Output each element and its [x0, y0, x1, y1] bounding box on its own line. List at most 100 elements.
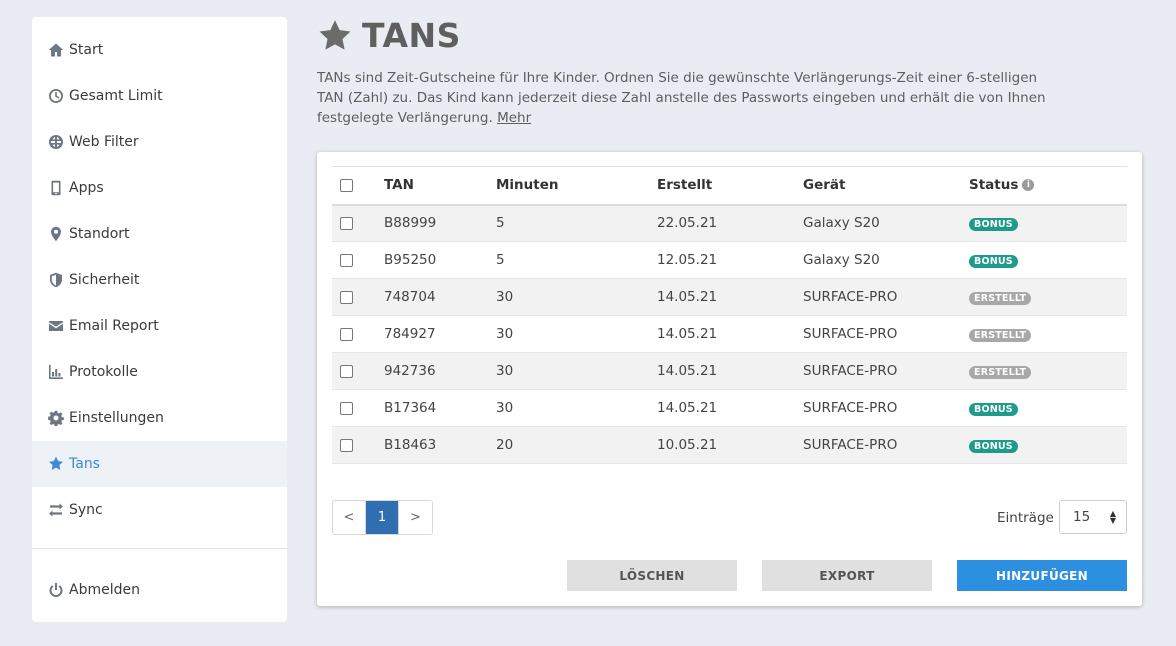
cell-erstellt: 10.05.21 [657, 437, 718, 453]
phone-icon [47, 179, 65, 197]
cell-tan: 784927 [384, 326, 436, 342]
cell-tan: B17364 [384, 400, 437, 416]
prev-page-button[interactable]: < [333, 501, 366, 534]
row-checkbox[interactable] [340, 290, 353, 304]
home-icon [47, 41, 65, 59]
row-checkbox[interactable] [340, 438, 353, 452]
row-checkbox[interactable] [340, 364, 353, 378]
cell-tan: 942736 [384, 363, 436, 379]
sidebar-item-apps[interactable]: Apps [32, 165, 287, 211]
page-1-button[interactable]: 1 [366, 501, 399, 534]
select-arrows-icon: ▲ ▼ [1109, 509, 1116, 525]
column-header-status[interactable]: Status [969, 177, 1018, 193]
sidebar-item-abmelden[interactable]: Abmelden [32, 567, 287, 613]
sidebar-item-label: Einstellungen [69, 410, 164, 426]
row-checkbox[interactable] [340, 216, 353, 230]
table-row[interactable]: 784927 30 14.05.21 SURFACE-PRO ERSTELLT [332, 316, 1127, 353]
entries-label: Einträge [997, 510, 1054, 526]
more-link[interactable]: Mehr [497, 110, 531, 126]
sidebar-item-label: Sicherheit [69, 272, 140, 288]
cell-tan: B95250 [384, 252, 437, 268]
table-row[interactable]: 942736 30 14.05.21 SURFACE-PRO ERSTELLT [332, 352, 1127, 390]
sidebar-item-label: Web Filter [69, 134, 139, 150]
sidebar-item-label: Tans [69, 456, 100, 472]
table-header-row: TAN Minuten Erstellt Gerät Status i [332, 166, 1127, 205]
column-header-erstellt[interactable]: Erstellt [657, 167, 803, 205]
cell-minuten: 30 [496, 363, 514, 379]
sidebar-item-label: Start [69, 42, 104, 58]
column-header-tan[interactable]: TAN [384, 167, 496, 205]
next-page-button[interactable]: > [399, 501, 432, 534]
sidebar-item-gesamt-limit[interactable]: Gesamt Limit [32, 73, 287, 119]
cell-geraet: Galaxy S20 [803, 215, 880, 232]
tans-card: TAN Minuten Erstellt Gerät Status i B8899… [317, 152, 1142, 606]
table-row[interactable]: B95250 5 12.05.21 Galaxy S20 BONUS [332, 242, 1127, 279]
shield-icon [47, 271, 65, 289]
select-all-checkbox[interactable] [340, 178, 353, 192]
table-row[interactable]: B18463 20 10.05.21 SURFACE-PRO BONUS [332, 426, 1127, 464]
table-row[interactable]: B17364 30 14.05.21 SURFACE-PRO BONUS [332, 390, 1127, 427]
cell-minuten: 5 [496, 252, 505, 268]
delete-button[interactable]: LÖSCHEN [567, 560, 737, 591]
entries-select[interactable]: 15 ▲ ▼ [1059, 500, 1127, 534]
clock-icon [47, 87, 65, 105]
table-row[interactable]: B88999 5 22.05.21 Galaxy S20 BONUS [332, 204, 1127, 242]
sidebar-item-sicherheit[interactable]: Sicherheit [32, 257, 287, 303]
cell-minuten: 30 [496, 289, 514, 305]
sidebar-item-label: Abmelden [69, 582, 140, 598]
entries-value: 15 [1073, 509, 1091, 525]
status-badge: BONUS [969, 255, 1018, 268]
status-badge: ERSTELLT [969, 366, 1032, 379]
sidebar-item-protokolle[interactable]: Protokolle [32, 349, 287, 395]
sidebar-item-label: Gesamt Limit [69, 88, 163, 104]
info-icon[interactable]: i [1022, 179, 1035, 192]
sidebar-item-sync[interactable]: Sync [32, 487, 287, 533]
row-checkbox[interactable] [340, 253, 353, 267]
cell-erstellt: 14.05.21 [657, 326, 718, 342]
cell-minuten: 30 [496, 326, 514, 342]
sidebar-item-label: Email Report [69, 318, 159, 334]
sidebar: Start Gesamt Limit Web Filter Apps Standort S… [32, 17, 287, 622]
status-badge: ERSTELLT [969, 292, 1032, 305]
sidebar-item-einstellungen[interactable]: Einstellungen [32, 395, 287, 441]
table-row[interactable]: 748704 30 14.05.21 SURFACE-PRO ERSTELLT [332, 278, 1127, 316]
sidebar-divider [32, 548, 287, 549]
cell-minuten: 30 [496, 400, 514, 416]
cell-erstellt: 12.05.21 [657, 252, 718, 268]
bar-chart-icon [47, 363, 65, 381]
cell-erstellt: 22.05.21 [657, 215, 718, 232]
globe-icon [47, 133, 65, 151]
cell-erstellt: 14.05.21 [657, 363, 718, 379]
column-header-minuten[interactable]: Minuten [496, 167, 657, 205]
gear-icon [47, 409, 65, 427]
sidebar-item-web-filter[interactable]: Web Filter [32, 119, 287, 165]
column-header-geraet[interactable]: Gerät [803, 167, 969, 205]
cell-minuten: 5 [496, 215, 505, 232]
tans-table: TAN Minuten Erstellt Gerät Status i B8899… [332, 166, 1127, 464]
status-badge: BONUS [969, 403, 1018, 416]
row-checkbox[interactable] [340, 401, 353, 415]
cell-geraet: SURFACE-PRO [803, 400, 898, 416]
sidebar-item-email-report[interactable]: Email Report [32, 303, 287, 349]
sidebar-nav: Start Gesamt Limit Web Filter Apps Standort S… [32, 27, 287, 533]
cell-tan: 748704 [384, 289, 436, 305]
sidebar-item-label: Standort [69, 226, 130, 242]
cell-geraet: SURFACE-PRO [803, 363, 898, 379]
sidebar-item-label: Protokolle [69, 364, 138, 380]
cell-erstellt: 14.05.21 [657, 289, 718, 305]
cell-tan: B88999 [384, 215, 437, 232]
sidebar-item-standort[interactable]: Standort [32, 211, 287, 257]
sidebar-item-tans[interactable]: Tans [32, 441, 287, 487]
add-button[interactable]: HINZUFÜGEN [957, 560, 1127, 591]
row-checkbox[interactable] [340, 327, 353, 341]
column-header-status-cell: Status i [969, 167, 1127, 205]
star-icon [319, 19, 351, 50]
description-text: TANs sind Zeit-Gutscheine für Ihre Kinde… [317, 70, 1046, 126]
cell-geraet: Galaxy S20 [803, 252, 880, 268]
export-button[interactable]: EXPORT [762, 560, 932, 591]
cell-tan: B18463 [384, 437, 437, 453]
sidebar-item-start[interactable]: Start [32, 27, 287, 73]
sidebar-item-label: Sync [69, 502, 103, 518]
page-title: TANS [362, 16, 461, 55]
cell-geraet: SURFACE-PRO [803, 326, 898, 342]
